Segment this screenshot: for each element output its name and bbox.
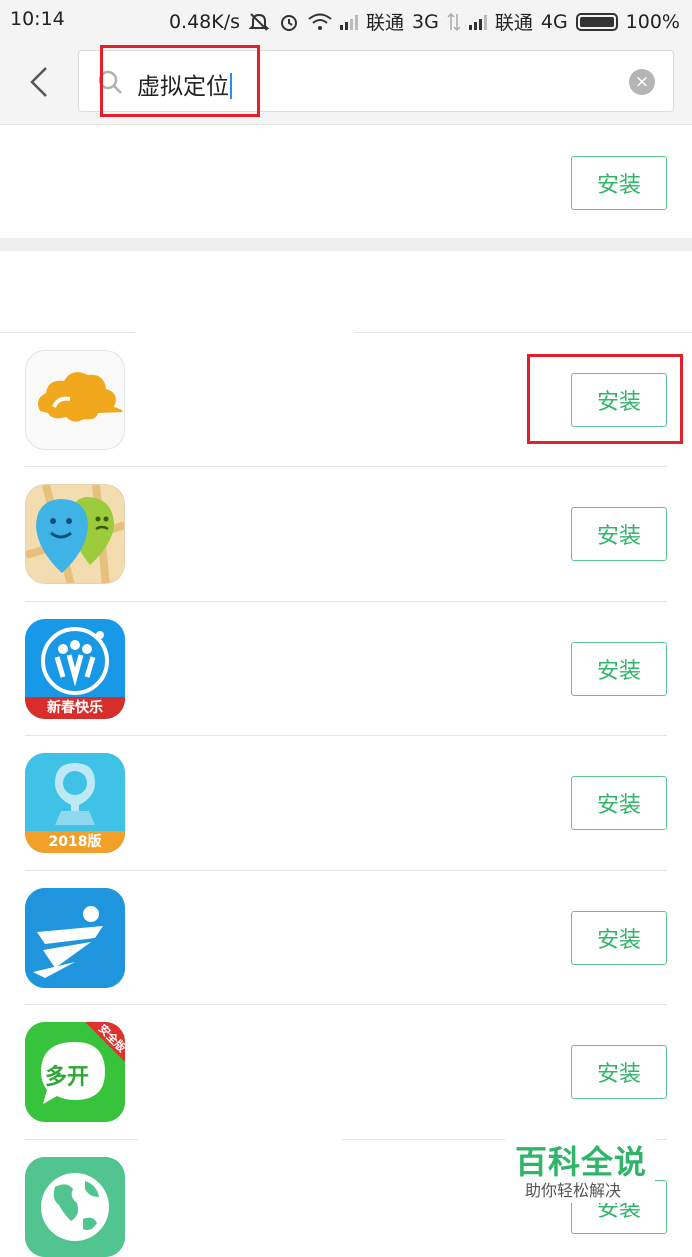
app-icon-label: 新春快乐 xyxy=(25,697,125,719)
divider xyxy=(25,1004,667,1005)
carrier-2: 联通 xyxy=(494,12,533,34)
alarm-icon xyxy=(281,14,298,31)
divider xyxy=(25,601,667,602)
divider xyxy=(25,870,667,871)
divider xyxy=(25,1139,138,1140)
network-speed: 0.48K/s xyxy=(168,10,241,33)
app-icon-label: 2018版 xyxy=(25,831,125,853)
install-button-2[interactable]: 安装 xyxy=(571,507,667,561)
back-arrow-icon[interactable] xyxy=(24,62,54,102)
people-logo-app-icon[interactable]: 新春快乐 xyxy=(25,619,125,719)
install-button-0[interactable]: 安装 xyxy=(571,156,667,210)
network-type-2: 4G xyxy=(540,10,568,33)
install-button-3[interactable]: 安装 xyxy=(571,642,667,696)
divider xyxy=(25,466,667,467)
install-button-4[interactable]: 安装 xyxy=(571,776,667,830)
multi-open-app-icon[interactable]: 多开 安全版 xyxy=(25,1022,125,1122)
section-separator xyxy=(0,238,692,251)
cloud-app-icon[interactable] xyxy=(25,350,125,450)
status-time: 10:14 xyxy=(10,8,65,30)
carrier-1: 联通 xyxy=(366,12,405,34)
mute-bell-icon xyxy=(248,12,270,31)
watermark-subtitle: 助你轻松解决 xyxy=(525,1181,622,1200)
wifi-icon xyxy=(308,13,332,30)
battery-icon xyxy=(575,12,618,31)
install-button-5[interactable]: 安装 xyxy=(571,911,667,965)
network-type-1: 3G xyxy=(412,10,439,33)
data-transfer-icon xyxy=(447,12,461,31)
globe-app-icon[interactable] xyxy=(25,1157,125,1257)
signal-1-icon xyxy=(340,14,359,30)
install-button-6[interactable]: 安装 xyxy=(571,1045,667,1099)
runner-app-icon[interactable] xyxy=(25,888,125,988)
map-pins-app-icon[interactable] xyxy=(25,484,125,584)
app-icon-label: 多开 xyxy=(45,1065,90,1090)
watermark: 百科全说 助你轻松解决 xyxy=(505,1133,655,1203)
divider xyxy=(0,332,135,333)
signal-2-icon xyxy=(468,14,487,30)
status-right: 0.48K/s 联通 3G 联通 4G 100% xyxy=(169,8,680,35)
status-bar: 10:14 0.48K/s 联通 3G 联通 4G 100% xyxy=(0,0,692,40)
battery-level: 100% xyxy=(625,10,680,33)
clear-icon[interactable]: × xyxy=(629,69,655,95)
location-pin-app-icon[interactable]: 2018版 xyxy=(25,753,125,853)
divider xyxy=(25,735,667,736)
highlight-search-box xyxy=(100,45,260,117)
highlight-install-button xyxy=(527,354,683,444)
divider xyxy=(354,332,692,333)
